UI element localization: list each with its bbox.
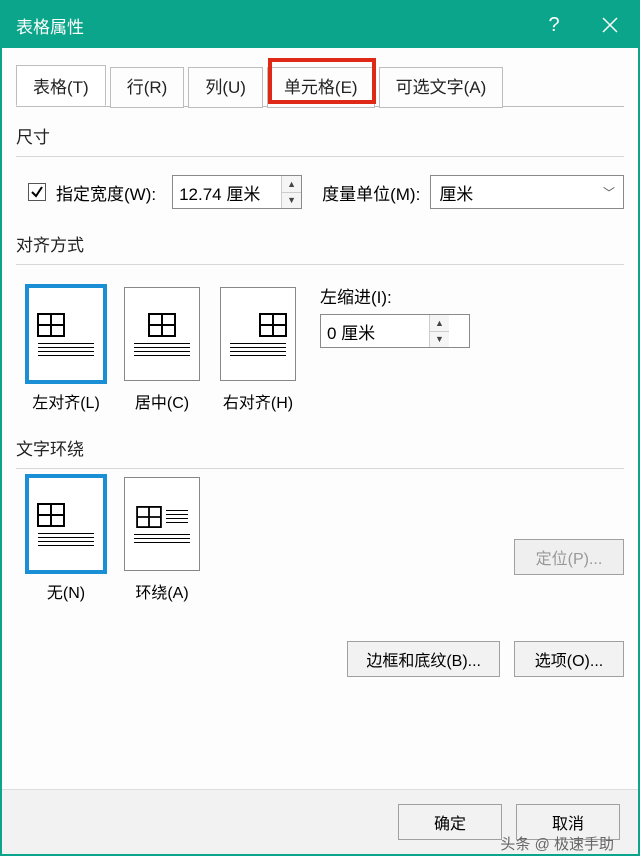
measure-label: 度量单位(M): <box>322 180 420 205</box>
pref-width-input[interactable] <box>173 176 281 208</box>
tab-table[interactable]: 表格(T) <box>16 65 106 106</box>
pref-width-spinner[interactable]: ▲ ▼ <box>172 175 302 209</box>
text-lines-icon <box>38 343 94 356</box>
tab-cell[interactable]: 单元格(E) <box>267 67 375 108</box>
ok-button[interactable]: 确定 <box>398 804 502 840</box>
table-icon <box>259 313 287 337</box>
titlebar: 表格属性 ? <box>2 2 638 48</box>
tab-alttext[interactable]: 可选文字(A) <box>379 67 504 108</box>
wrap-none-caption: 无(N) <box>47 579 85 603</box>
table-icon <box>37 503 65 527</box>
tab-column[interactable]: 列(U) <box>188 67 263 108</box>
dialog-window: 表格属性 ? 表格(T) 行(R) 列(U) 单元格(E) 可选文字(A) 尺寸 <box>0 0 640 856</box>
indent-label: 左缩进(I): <box>320 283 470 308</box>
text-lines-icon <box>134 534 190 543</box>
indent-block: 左缩进(I): ▲ ▼ <box>320 283 470 348</box>
wrap-around-caption: 环绕(A) <box>135 579 188 603</box>
borders-button[interactable]: 边框和底纹(B)... <box>347 641 500 677</box>
dialog-title: 表格属性 <box>16 13 84 38</box>
spin-up-icon[interactable]: ▲ <box>430 315 449 332</box>
text-lines-icon <box>38 533 94 546</box>
wrap-label: 文字环绕 <box>16 435 624 460</box>
watermark-text: 头条 @ 极速手助 <box>500 833 614 854</box>
wrap-group: 文字环绕 无(N) <box>16 435 624 603</box>
pref-width-checkbox[interactable] <box>28 183 46 201</box>
help-button[interactable]: ? <box>526 2 582 48</box>
align-center-caption: 居中(C) <box>135 389 189 413</box>
tab-strip: 表格(T) 行(R) 列(U) 单元格(E) 可选文字(A) <box>16 66 624 107</box>
options-button[interactable]: 选项(O)... <box>514 641 624 677</box>
dialog-body: 表格(T) 行(R) 列(U) 单元格(E) 可选文字(A) 尺寸 指定宽度(W… <box>2 48 638 789</box>
close-icon <box>601 16 619 34</box>
pref-width-label: 指定宽度(W): <box>56 180 156 205</box>
indent-spinner[interactable]: ▲ ▼ <box>320 314 470 348</box>
dialog-footer: 确定 取消 头条 @ 极速手助 <box>2 789 638 854</box>
chevron-down-icon: ﹀ <box>603 184 615 201</box>
align-left-caption: 左对齐(L) <box>32 389 100 413</box>
size-label: 尺寸 <box>16 123 624 148</box>
align-group: 对齐方式 左对齐(L) <box>16 231 624 413</box>
table-icon <box>136 506 162 528</box>
help-icon: ? <box>548 14 559 37</box>
close-button[interactable] <box>582 2 638 48</box>
size-group: 尺寸 指定宽度(W): ▲ ▼ 度量单位(M): 厘米 ﹀ <box>16 123 624 209</box>
wrap-none-option[interactable] <box>28 477 104 571</box>
align-label: 对齐方式 <box>16 231 624 256</box>
check-icon <box>30 185 44 199</box>
text-lines-icon <box>134 343 190 356</box>
tab-row[interactable]: 行(R) <box>110 67 185 108</box>
spin-down-icon[interactable]: ▼ <box>430 332 449 348</box>
align-left-option[interactable] <box>28 287 104 381</box>
wrap-around-option[interactable] <box>124 477 200 571</box>
align-right-caption: 右对齐(H) <box>223 389 293 413</box>
positioning-button: 定位(P)... <box>514 539 624 575</box>
table-icon <box>37 313 65 337</box>
measure-value: 厘米 <box>439 180 473 205</box>
align-center-option[interactable] <box>124 287 200 381</box>
measure-combo[interactable]: 厘米 ﹀ <box>430 175 624 209</box>
align-right-option[interactable] <box>220 287 296 381</box>
text-lines-icon <box>230 343 286 356</box>
table-icon <box>148 313 176 337</box>
spin-down-icon[interactable]: ▼ <box>282 193 301 209</box>
text-lines-icon <box>166 510 188 523</box>
spin-up-icon[interactable]: ▲ <box>282 176 301 193</box>
indent-input[interactable] <box>321 315 429 347</box>
